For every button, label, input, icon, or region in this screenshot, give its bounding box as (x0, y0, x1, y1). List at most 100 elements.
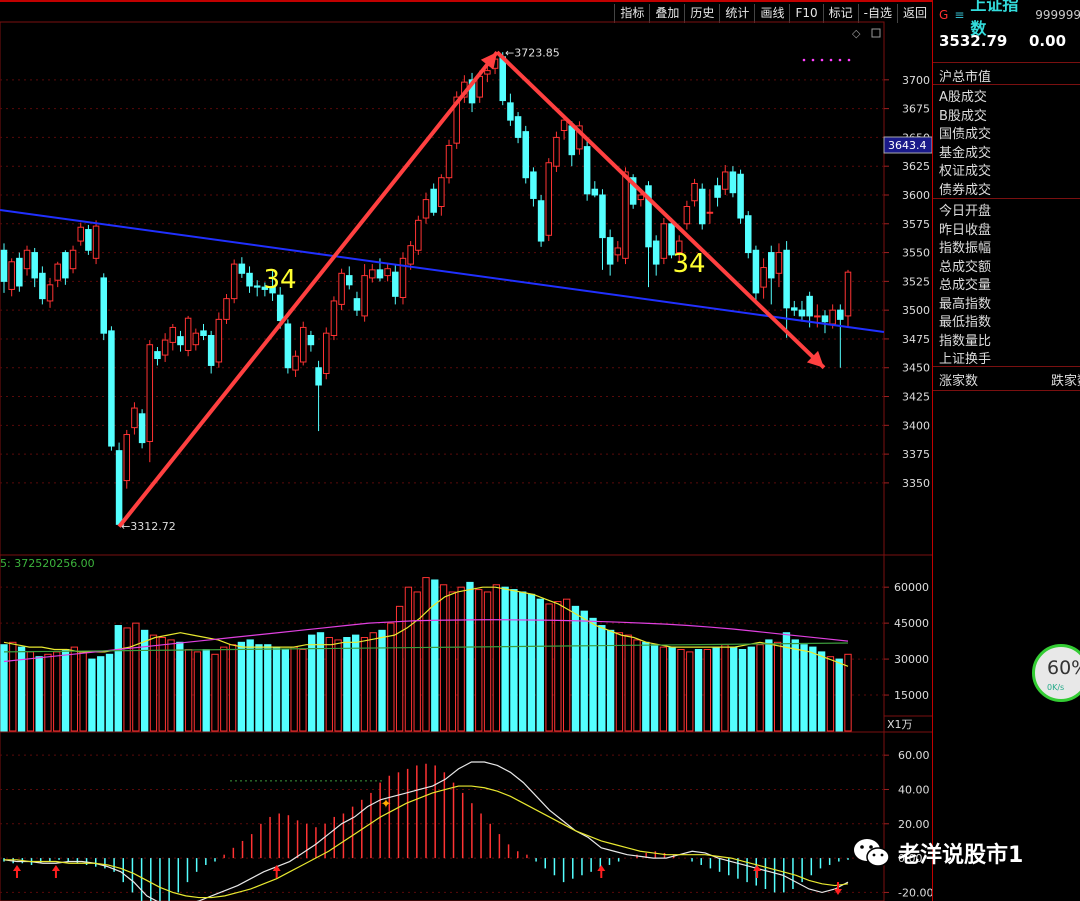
volume-bar (316, 632, 325, 732)
candle-body (376, 269, 384, 279)
price-tick-label: 3550 (902, 247, 930, 260)
turnover-item-3: 基金成交 (939, 145, 992, 161)
volume-bar (563, 598, 571, 732)
diamond-icon: ◇ (852, 27, 861, 40)
candle-body (821, 315, 829, 323)
candle-body (253, 285, 261, 288)
volume-bar (457, 586, 465, 732)
volume-bar (492, 584, 500, 732)
stat-item-2: 指数振幅 (939, 241, 992, 256)
volume-tick-label: 60000 (894, 581, 929, 594)
volume-bar (158, 637, 166, 732)
candle-body (369, 269, 376, 279)
volume-bar (589, 617, 597, 732)
volume-bar (220, 646, 228, 732)
volume-bar (211, 653, 219, 732)
candle-body (652, 240, 660, 265)
candle-body (230, 263, 238, 300)
candle-body (0, 249, 8, 282)
stat-item-4: 总成交量 (939, 278, 992, 293)
volume-bar (791, 639, 799, 732)
volume-bar (686, 651, 694, 732)
stat-item-0: 今日开盘 (939, 204, 992, 219)
volume-bar (650, 644, 659, 732)
price-tick-label: 3400 (902, 419, 930, 432)
volume-bar (466, 581, 474, 732)
price-tick-label: 3375 (902, 448, 930, 461)
candle-body (77, 226, 84, 242)
candle-body (591, 188, 599, 196)
decliners-label: 跌家数 (1051, 374, 1080, 389)
menu-icon[interactable]: ≡ (954, 8, 964, 22)
magenta-dot (811, 58, 815, 62)
candle-body (537, 200, 545, 242)
candle-body (131, 407, 138, 429)
volume-bar (281, 649, 289, 732)
candle-body (706, 211, 714, 214)
volume-bar (97, 656, 105, 732)
price-tick-label: 3575 (902, 218, 930, 231)
candle-body (246, 272, 253, 287)
volume-bar (668, 646, 676, 732)
candle-body (691, 182, 698, 202)
candle-body (16, 257, 23, 287)
magenta-dot (820, 58, 824, 62)
volume-bar (809, 646, 817, 732)
volume-bar (325, 637, 333, 732)
candle-body (154, 351, 161, 360)
volume-bar (26, 651, 35, 732)
candle-body (353, 298, 361, 311)
candle-body (837, 309, 844, 320)
volume-bar (747, 646, 755, 732)
magenta-dot (838, 58, 842, 62)
candle-body (23, 249, 31, 270)
candle-body (85, 229, 92, 251)
candle-body (606, 237, 614, 265)
price-tick-label: 3525 (902, 275, 930, 288)
volume-bar (105, 653, 114, 732)
volume-bar (308, 634, 316, 732)
buy-arrow-icon (753, 865, 762, 878)
watermark: 老洋说股市1 (852, 836, 1023, 870)
volume-bar (132, 622, 140, 732)
candle-body (407, 245, 414, 265)
up-arrow (117, 50, 499, 528)
g-icon[interactable]: G (939, 8, 948, 22)
low-label: ←3312.72 (121, 520, 176, 533)
candle-body (169, 326, 177, 343)
candle-body (384, 268, 391, 277)
candle-body (698, 188, 706, 225)
candle-body (844, 271, 852, 317)
volume-bar (694, 649, 703, 732)
current-price-label: 3643.4 (888, 139, 927, 152)
volume-bar (413, 591, 421, 732)
candle-body (760, 267, 767, 288)
volume-bar (598, 625, 606, 732)
buy-arrow-icon (51, 865, 60, 878)
gauge-percent: 60% (1047, 657, 1080, 679)
volume-bar (730, 646, 738, 732)
volume-bar (510, 589, 518, 732)
candle-body (346, 275, 353, 286)
candle-body (806, 295, 813, 317)
candle-body (752, 249, 760, 294)
candle-body (177, 336, 184, 346)
volume-bar (817, 651, 826, 732)
buy-arrow-icon (12, 865, 21, 878)
candle-body (238, 263, 246, 274)
stock-chart[interactable]: 3350 3375 3400 3425 3450 3475 3500 3525 3550 3575… (0, 0, 932, 901)
macd-tick-label: 60.00 (898, 749, 930, 762)
volume-bar (9, 641, 17, 732)
price-tick-label: 3350 (902, 477, 930, 490)
candle-body (783, 249, 790, 309)
candle-body (284, 323, 292, 369)
candle-body (200, 330, 207, 336)
candle-body (522, 131, 530, 179)
volume-bar (176, 641, 184, 732)
volume-bar (571, 605, 580, 732)
candle-body (445, 144, 453, 179)
volume-bar (677, 649, 685, 732)
volume-bar (228, 644, 237, 732)
stat-item-1: 昨日收盘 (939, 222, 992, 238)
volume-bar (255, 644, 263, 732)
